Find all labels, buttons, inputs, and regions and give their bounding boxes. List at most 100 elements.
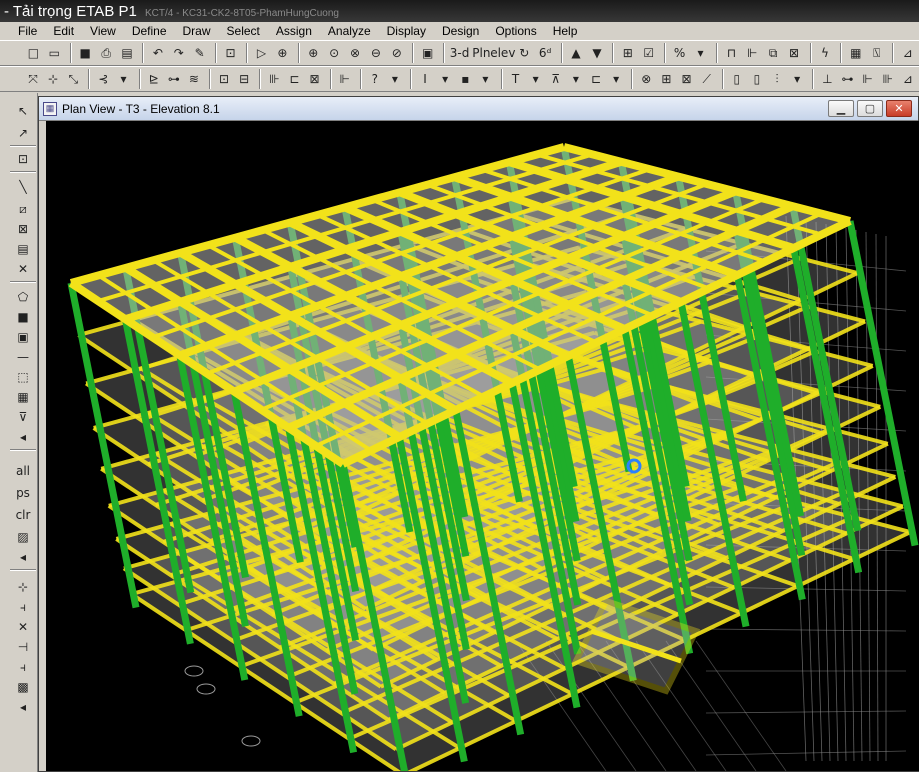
view-3d-button[interactable]: 3-d xyxy=(449,43,470,63)
dropdown-arrow-icon[interactable]: ▾ xyxy=(567,69,585,89)
shell-icon[interactable]: ⧉ xyxy=(764,43,783,63)
zoom-out-icon[interactable]: ⊖ xyxy=(366,43,385,63)
point-draw-icon[interactable]: ⊡ xyxy=(12,149,34,169)
menu-file[interactable]: File xyxy=(18,24,37,38)
t-beam-icon[interactable]: T xyxy=(507,69,525,89)
point-icon[interactable]: ▪ xyxy=(456,69,474,89)
design-icon[interactable]: ⊿ xyxy=(898,43,917,63)
dropdown-arrow-icon[interactable]: ▾ xyxy=(386,69,404,89)
move-up-icon[interactable]: ▲ xyxy=(567,43,586,63)
wall-stack-icon[interactable]: ⊽ xyxy=(12,407,34,427)
menu-view[interactable]: View xyxy=(90,24,116,38)
mirror-icon[interactable]: ⤡ xyxy=(64,69,82,89)
spring-icon[interactable]: ⊶ xyxy=(838,69,856,89)
dropdown-arrow-icon[interactable]: ▾ xyxy=(436,69,454,89)
close-button[interactable]: ✕ xyxy=(886,100,912,117)
snap-end-icon[interactable]: ⫞ xyxy=(12,657,34,677)
perspective-icon[interactable]: 6ᵈ xyxy=(536,43,555,63)
dropdown-arrow-icon[interactable]: ▾ xyxy=(691,43,710,63)
mass-icon[interactable]: ⊿ xyxy=(899,69,917,89)
frame-loads-icon[interactable]: ⊩ xyxy=(743,43,762,63)
model-viewport[interactable] xyxy=(46,121,919,771)
elevation-view-button[interactable]: elev xyxy=(490,43,515,63)
section-icon[interactable]: ⊩ xyxy=(336,69,354,89)
grid-icon[interactable]: ⊹ xyxy=(44,69,62,89)
run-icon[interactable]: ▷ xyxy=(252,43,271,63)
i-beam-icon[interactable]: I xyxy=(416,69,434,89)
percent-icon[interactable]: % xyxy=(670,43,689,63)
story-data-icon[interactable]: ⊶ xyxy=(165,69,183,89)
menu-design[interactable]: Design xyxy=(442,24,479,38)
snap-grid-icon[interactable]: ▩ xyxy=(12,677,34,697)
lock-icon[interactable]: ⊡ xyxy=(221,43,240,63)
line-region-icon[interactable]: ⧄ xyxy=(12,199,34,219)
dimension-icon[interactable]: ⊹ xyxy=(12,577,34,597)
restraint-icon[interactable]: ⊩ xyxy=(859,69,877,89)
menu-help[interactable]: Help xyxy=(553,24,578,38)
intersecting-line-icon[interactable]: ▨ xyxy=(12,527,34,547)
area-icon[interactable]: ⬠ xyxy=(12,287,34,307)
snap-intersect-icon[interactable]: ✕ xyxy=(12,617,34,637)
minimize-button[interactable]: ▁ xyxy=(828,100,854,117)
slab-icon[interactable]: ⊼ xyxy=(547,69,565,89)
undo-icon[interactable]: ↶ xyxy=(148,43,167,63)
select-all-button[interactable]: all xyxy=(12,461,34,481)
maximize-button[interactable]: ▢ xyxy=(857,100,883,117)
menu-define[interactable]: Define xyxy=(132,24,167,38)
image-icon[interactable]: ⊠ xyxy=(306,69,324,89)
set-building-view-icon[interactable]: ☑ xyxy=(639,43,658,63)
query-icon[interactable]: ? xyxy=(366,69,384,89)
menu-draw[interactable]: Draw xyxy=(183,24,211,38)
line-icon[interactable]: ╲ xyxy=(12,177,34,197)
picture-icon[interactable]: ⊡ xyxy=(215,69,233,89)
window-title-bar[interactable]: ▦ Plan View - T3 - Elevation 8.1 ▁ ▢ ✕ xyxy=(39,97,918,121)
grid-area-icon[interactable]: ▦ xyxy=(12,387,34,407)
menu-select[interactable]: Select xyxy=(227,24,260,38)
rotate-view-icon[interactable]: ↻ xyxy=(515,43,534,63)
rect-area-icon[interactable]: ■ xyxy=(12,307,34,327)
building-3d-model[interactable] xyxy=(46,121,919,771)
display-table-icon[interactable]: ▦ xyxy=(846,43,865,63)
menu-display[interactable]: Display xyxy=(387,24,426,38)
frame-icon[interactable]: ⊓ xyxy=(722,43,741,63)
support-icon[interactable]: ⊥ xyxy=(818,69,836,89)
clear-select-button[interactable]: clr xyxy=(12,505,34,525)
redo-icon[interactable]: ↷ xyxy=(169,43,188,63)
column-region-icon[interactable]: ⊠ xyxy=(12,219,34,239)
dropdown-arrow-icon[interactable]: ▾ xyxy=(476,69,494,89)
previous-select-button[interactable]: ps xyxy=(12,483,34,503)
pencil-icon[interactable]: ✎ xyxy=(190,43,209,63)
dropdown-arrow-icon[interactable]: ▾ xyxy=(115,69,133,89)
new-icon[interactable]: □ xyxy=(24,43,43,63)
menu-analyze[interactable]: Analyze xyxy=(328,24,371,38)
zoom-in-icon[interactable]: ⊕ xyxy=(304,43,323,63)
release-icon[interactable]: ⫶ xyxy=(768,69,786,89)
snap-perpendicular-icon[interactable]: ⊣ xyxy=(12,637,34,657)
pan-icon[interactable]: ⊘ xyxy=(387,43,406,63)
display-forces-icon[interactable]: ⍂ xyxy=(867,43,886,63)
pier-icon[interactable]: ⟋ xyxy=(698,69,716,89)
save-icon[interactable]: ■ xyxy=(76,43,95,63)
zoom-restore-icon[interactable]: ⊗ xyxy=(346,43,365,63)
opening-icon[interactable]: ⬚ xyxy=(12,367,34,387)
dropdown-arrow-icon[interactable]: ▾ xyxy=(527,69,545,89)
set-display-icon[interactable]: ▣ xyxy=(418,43,437,63)
wall-line-icon[interactable]: — xyxy=(12,347,34,367)
small-arrow-icon[interactable]: ◂ xyxy=(12,697,34,717)
mesh-icon[interactable]: ⊞ xyxy=(657,69,675,89)
chart-icon[interactable]: ⊵ xyxy=(145,69,163,89)
zoom-window-icon[interactable]: ⊙ xyxy=(325,43,344,63)
layers-icon[interactable]: ≋ xyxy=(185,69,203,89)
small-arrow-icon[interactable]: ◂ xyxy=(12,427,34,447)
constraint-icon[interactable]: ⊪ xyxy=(879,69,897,89)
plan-view-button[interactable]: Pln xyxy=(472,43,491,63)
link-icon[interactable]: ⊠ xyxy=(785,43,804,63)
column-icon[interactable]: ▯ xyxy=(728,69,746,89)
snap-icon[interactable]: ⊰ xyxy=(94,69,112,89)
wall-icon[interactable]: ⊪ xyxy=(265,69,283,89)
area-section-icon[interactable]: ⊟ xyxy=(235,69,253,89)
replicate-icon[interactable]: ⤧ xyxy=(24,69,42,89)
beam-grid-icon[interactable]: ▤ xyxy=(12,239,34,259)
print-icon[interactable]: ⎙ xyxy=(97,43,116,63)
small-arrow-icon[interactable]: ◂ xyxy=(12,547,34,567)
